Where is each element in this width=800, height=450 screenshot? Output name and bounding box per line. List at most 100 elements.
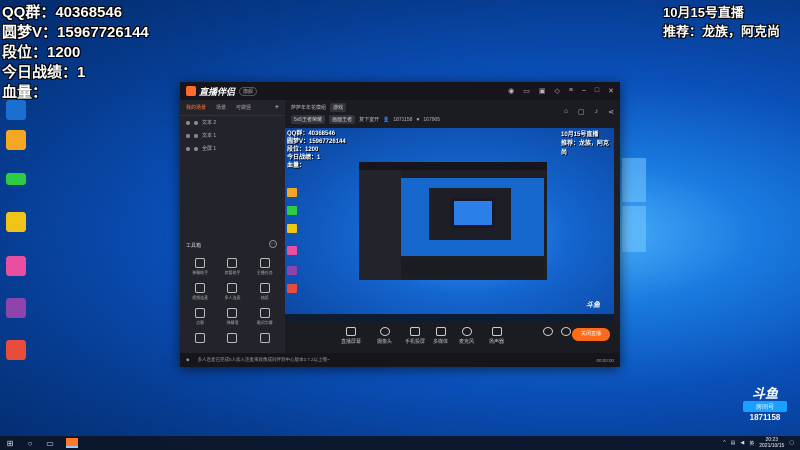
tool-danmu[interactable]: 弹幕助手: [184, 258, 216, 276]
overlay-info-left: QQ群：40368546 圆梦V：15967726144 段位：1200 今日战…: [2, 3, 149, 103]
visibility-button[interactable]: [543, 327, 553, 336]
lock-icon[interactable]: [194, 146, 198, 151]
tool-tasks[interactable]: 主播任务: [249, 258, 281, 276]
task-view-icon[interactable]: ▭: [40, 439, 60, 448]
desktop-icon-7[interactable]: [2, 340, 30, 360]
mode-chip[interactable]: 画面王者: [329, 115, 356, 124]
network-icon[interactable]: ▤: [731, 440, 736, 446]
tool-video-link[interactable]: 视频连麦: [184, 283, 216, 301]
eye-icon[interactable]: [186, 120, 190, 125]
control-label: 手机投屏: [405, 339, 426, 345]
clock[interactable]: 20:23 2021/10/15: [759, 437, 784, 449]
camera-button[interactable]: 摄像头: [377, 327, 392, 345]
tool-room-admin[interactable]: 房管助手: [216, 258, 248, 276]
app-icon: [6, 256, 26, 276]
screen-capture-button[interactable]: 直播屏幕: [341, 327, 361, 345]
media-button[interactable]: 多媒体: [433, 327, 448, 345]
desktop-icon-2[interactable]: [2, 130, 30, 150]
message-icon[interactable]: ▭: [523, 87, 530, 95]
app-icon: [6, 212, 26, 232]
desktop-icon-4[interactable]: [2, 212, 30, 232]
lock-icon[interactable]: ▢: [578, 108, 585, 116]
desktop-icon-5[interactable]: [2, 256, 30, 276]
close-icon[interactable]: ✕: [608, 87, 614, 95]
eye-icon[interactable]: [186, 146, 190, 151]
desktop-icon-3[interactable]: [2, 173, 30, 185]
scene-item[interactable]: 全屏 1: [180, 142, 285, 155]
danmu-icon: [195, 258, 206, 268]
lock-icon[interactable]: [194, 133, 198, 138]
room-title[interactable]: 萨萨年年花模组: [291, 104, 326, 111]
version-badge[interactable]: 旗舰: [239, 86, 258, 96]
share-link[interactable]: 复下室开: [359, 116, 379, 123]
scene-item[interactable]: 文本 1: [180, 129, 285, 142]
preview-line: QQ群：40368546: [287, 131, 336, 137]
menu-icon[interactable]: ≡: [569, 87, 573, 95]
video-icon: [195, 283, 206, 293]
notice-icon: ◆: [186, 357, 190, 362]
start-icon[interactable]: ⊞: [0, 439, 20, 448]
minimize-icon[interactable]: –: [582, 87, 586, 95]
tool-danmu-wall[interactable]: 弹幕墙: [216, 308, 248, 326]
tab-vertical[interactable]: 可做竖: [236, 104, 251, 111]
language-indicator[interactable]: 英: [749, 440, 754, 447]
tool-song[interactable]: 点歌: [184, 308, 216, 326]
speaker-button[interactable]: 扬声器: [489, 327, 504, 345]
microphone-button[interactable]: 麦克风: [459, 327, 474, 345]
search-icon[interactable]: ○: [20, 439, 40, 448]
tool-lottery[interactable]: 抽奖: [249, 283, 281, 301]
scene-item[interactable]: 文本 2: [180, 116, 285, 129]
desktop-icon-6[interactable]: [2, 298, 30, 318]
windows-logo-glow: [622, 158, 646, 252]
tool-extra-1[interactable]: [184, 333, 216, 343]
preview-line: 推荐：龙族，阿克尚: [561, 141, 610, 156]
gift-box-icon[interactable]: ⌂: [564, 108, 568, 116]
eye-icon[interactable]: [186, 133, 190, 138]
bell-icon[interactable]: ♪: [595, 108, 599, 116]
phone-cast-button[interactable]: 手机投屏: [405, 327, 425, 345]
tool-label: 点歌: [196, 320, 205, 325]
shirt-icon[interactable]: ▣: [539, 87, 546, 95]
wall-icon: [227, 308, 238, 318]
maximize-icon[interactable]: □: [595, 87, 599, 95]
go-live-button[interactable]: 关闭直播: [572, 328, 610, 341]
share-icon[interactable]: ⋖: [608, 108, 614, 116]
volume-icon[interactable]: ◀: [740, 440, 744, 446]
app-icon: [6, 130, 26, 150]
tool-extra-3[interactable]: [249, 333, 281, 343]
scene-label: 文本 2: [202, 120, 217, 126]
overlay-record: 今日战绩：1: [2, 64, 86, 81]
lock-icon[interactable]: [194, 120, 198, 125]
desktop-icon-1[interactable]: [2, 100, 30, 120]
preview-line: 段位：1200: [287, 147, 319, 153]
tool-lyrics[interactable]: 歌词字幕: [249, 308, 281, 326]
avatar-icon[interactable]: ◉: [508, 87, 514, 95]
more-icon[interactable]: ⋯: [269, 240, 277, 248]
nested-control-bar: [401, 261, 544, 277]
add-scene-icon[interactable]: +: [275, 104, 279, 111]
preview-line: 血量：: [287, 163, 306, 169]
gear-icon: [561, 327, 571, 336]
sidebar: 我的场景 场景 可做竖 + 文本 2 文本 1 全屏 1 工具箱 ⋯ 弹幕助手 …: [180, 100, 285, 353]
settings-button[interactable]: [561, 327, 571, 336]
tool-multi-link[interactable]: 多人连麦: [216, 283, 248, 301]
gift-icon[interactable]: ◇: [555, 87, 560, 95]
room-tag[interactable]: 游戏: [330, 103, 347, 112]
taskbar-app-icon[interactable]: [66, 438, 78, 448]
lyrics-icon: [259, 308, 270, 318]
category-chip[interactable]: 5v5王者荣耀: [291, 115, 326, 124]
chevron-up-icon[interactable]: ^: [723, 440, 725, 446]
tab-my-scenes[interactable]: 我的场景: [186, 104, 206, 111]
system-tray: ^ ▤ ◀ 英 20:23 2021/10/15 ▢: [723, 437, 800, 449]
preview-line: 今日战绩：1: [287, 155, 321, 161]
nested-inner-window: [429, 188, 511, 240]
tool-label: 房管助手: [224, 270, 241, 275]
tool-extra-2[interactable]: [216, 333, 248, 343]
stream-preview[interactable]: QQ群：40368546 圆梦V：15967726144 段位：1200 今日战…: [285, 128, 614, 322]
notice-text[interactable]: 多人连麦已完成5人加入连麦来就像成同伴到中心版本3.7.2以上哦~: [197, 357, 588, 363]
viewer-count: 1871158: [393, 116, 413, 123]
tab-scenes[interactable]: 场景: [216, 104, 226, 111]
preview-douyu-logo: 斗鱼: [586, 302, 600, 309]
notification-icon[interactable]: ▢: [789, 440, 794, 446]
phone-icon: [410, 327, 420, 336]
